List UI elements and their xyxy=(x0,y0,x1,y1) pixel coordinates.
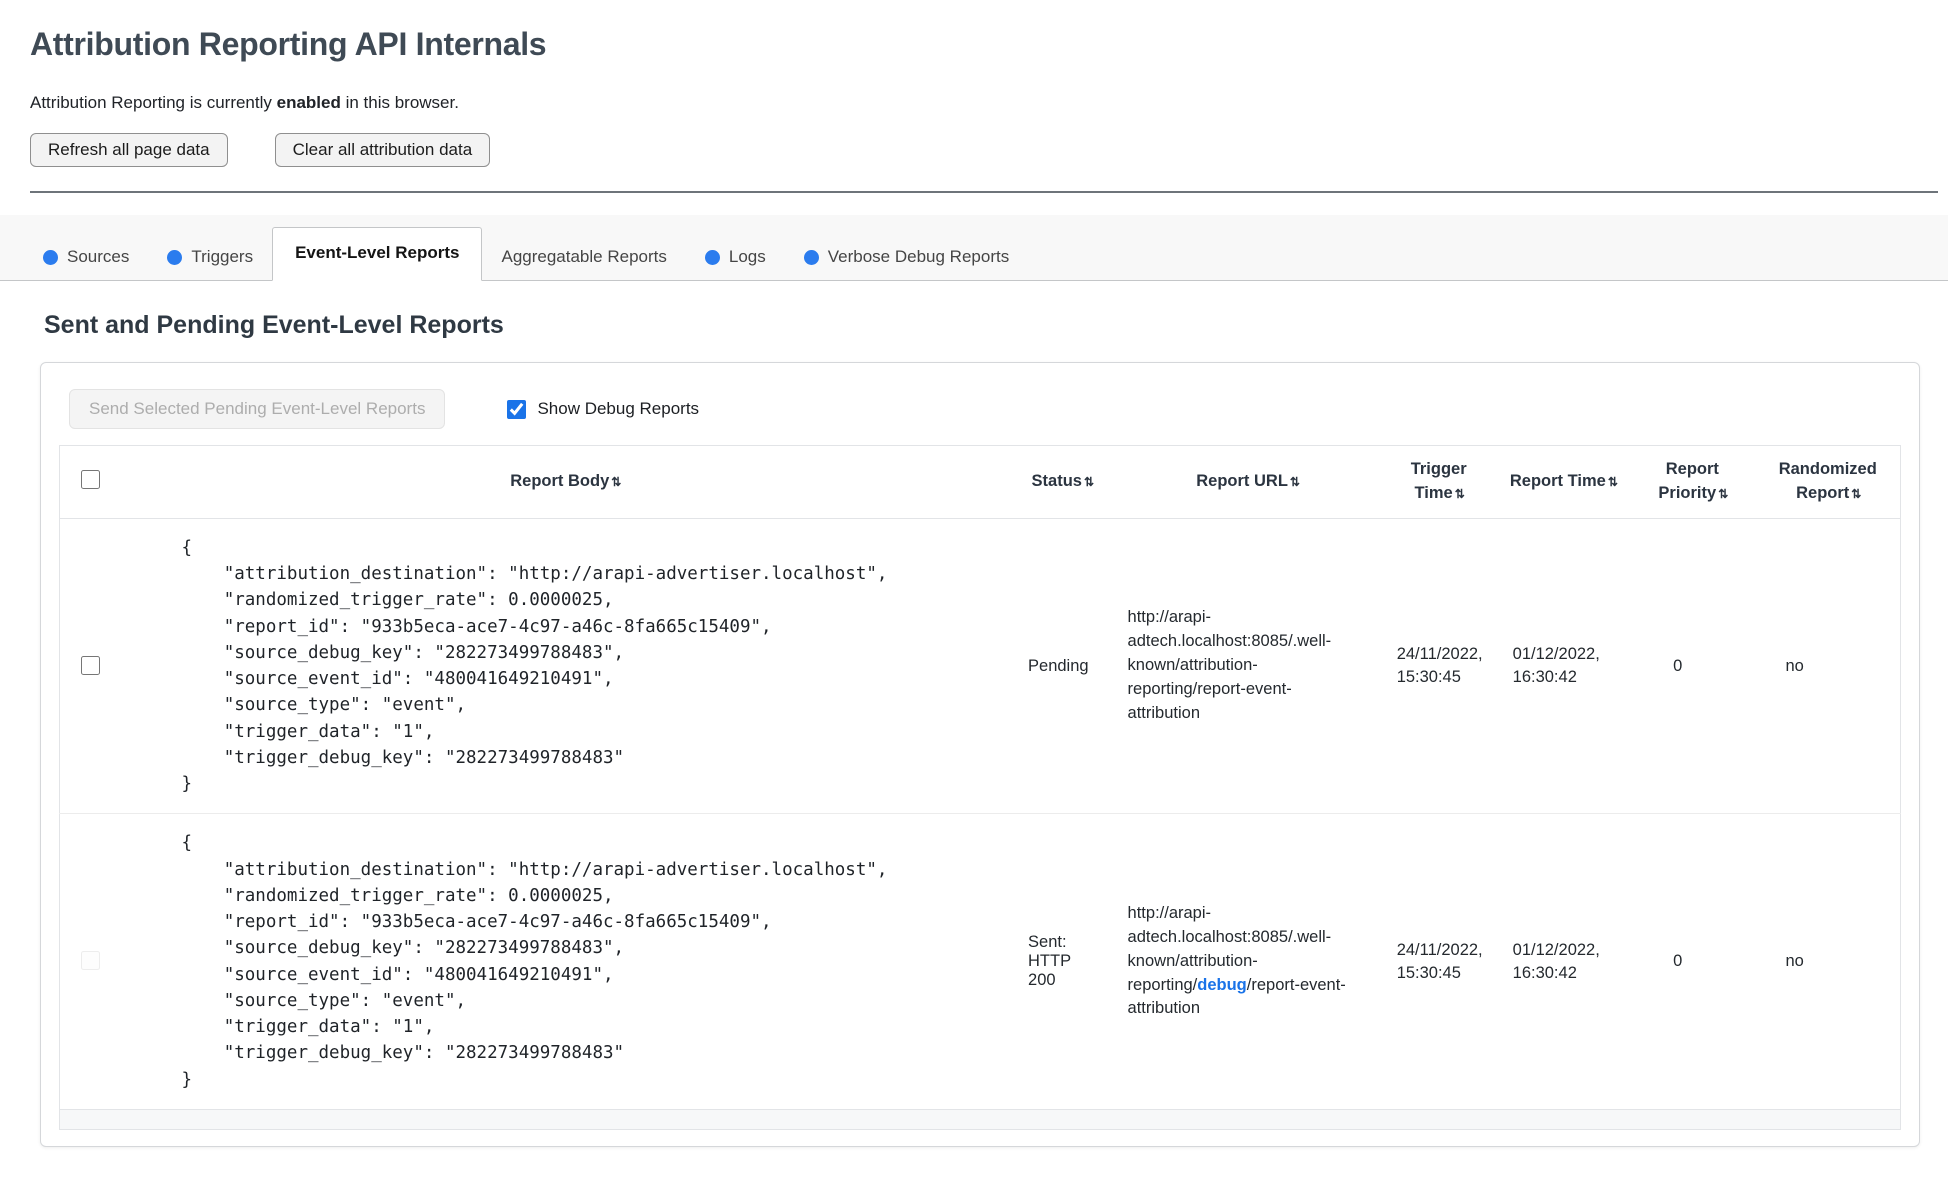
top-button-row: Refresh all page data Clear all attribut… xyxy=(30,133,1938,167)
col-header-report-priority[interactable]: Report Priority ⇅ xyxy=(1629,445,1756,519)
sort-icon: ⇅ xyxy=(1289,474,1300,489)
tab-logs[interactable]: Logs xyxy=(686,234,785,280)
table-controls: Send Selected Pending Event-Level Report… xyxy=(69,389,1901,429)
row-select-cell xyxy=(59,813,120,1110)
report-time-cell: 01/12/2022, 16:30:42 xyxy=(1512,645,1600,687)
tab-label: Aggregatable Reports xyxy=(501,247,667,266)
report-url-cell: http://arapi-adtech.localhost:8085/.well… xyxy=(1127,608,1332,722)
tab-bar: Sources Triggers Event-Level Reports Agg… xyxy=(0,215,1948,281)
reports-table: Report Body ⇅ Status ⇅ Report URL ⇅ Trigger… xyxy=(59,445,1901,1130)
col-header-report-body[interactable]: Report Body ⇅ xyxy=(119,445,1011,519)
tab-sources[interactable]: Sources xyxy=(24,234,148,280)
header-divider xyxy=(30,191,1938,193)
page-header: Attribution Reporting API Internals Attr… xyxy=(0,0,1948,193)
col-header-trigger-time[interactable]: Trigger Time ⇅ xyxy=(1380,445,1497,519)
report-body-json: { "attribution_destination": "http://ara… xyxy=(181,833,888,1090)
refresh-all-button[interactable]: Refresh all page data xyxy=(30,133,228,167)
col-label: Randomized Report xyxy=(1778,460,1877,502)
sort-icon: ⇅ xyxy=(1851,486,1861,501)
tab-label: Sources xyxy=(67,247,130,266)
col-label: Report Time xyxy=(1509,471,1606,490)
row-select-checkbox xyxy=(80,951,100,971)
sort-icon: ⇅ xyxy=(1083,474,1094,489)
randomized-report-cell: no xyxy=(1755,813,1901,1110)
table-header-row: Report Body ⇅ Status ⇅ Report URL ⇅ Trigger… xyxy=(59,445,1901,519)
col-label: Status xyxy=(1031,471,1082,490)
table-footer xyxy=(59,1108,1901,1130)
status-text-suffix: in this browser. xyxy=(340,93,459,112)
report-body-cell: { "attribution_destination": "http://ara… xyxy=(120,518,1010,814)
report-priority-cell: 0 xyxy=(1673,656,1683,675)
col-header-report-url[interactable]: Report URL ⇅ xyxy=(1113,445,1381,519)
table-row: { "attribution_destination": "http://ara… xyxy=(59,813,1901,1110)
report-body-json: { "attribution_destination": "http://ara… xyxy=(181,537,888,795)
show-debug-label: Show Debug Reports xyxy=(537,399,700,418)
trigger-time-cell: 24/11/2022, 15:30:45 xyxy=(1396,645,1483,687)
tab-label: Triggers xyxy=(191,247,254,266)
section-title: Sent and Pending Event-Level Reports xyxy=(44,311,504,339)
col-header-status[interactable]: Status ⇅ xyxy=(1010,445,1114,519)
status-cell: Sent: HTTP 200 xyxy=(1010,813,1114,1110)
reports-panel: Send Selected Pending Event-Level Report… xyxy=(40,362,1920,1147)
show-debug-toggle[interactable]: Show Debug Reports xyxy=(503,397,699,422)
table-row: { "attribution_destination": "http://ara… xyxy=(60,518,1901,814)
row-select-cell xyxy=(60,518,120,814)
table-footer-row xyxy=(59,1108,1901,1130)
report-url-cell: http://arapi-adtech.localhost:8085/.well… xyxy=(1113,813,1381,1110)
logs-notification-dot-icon xyxy=(704,249,720,265)
attribution-internals-page: Attribution Reporting API Internals Attr… xyxy=(0,0,1948,1178)
status-text-prefix: Attribution Reporting is currently xyxy=(30,93,277,112)
triggers-notification-dot-icon xyxy=(167,249,183,265)
tab-verbose-debug-reports[interactable]: Verbose Debug Reports xyxy=(785,234,1028,280)
trigger-time-cell: 24/11/2022, 15:30:45 xyxy=(1380,813,1497,1110)
status-enabled-text: enabled xyxy=(276,93,341,112)
tab-label: Event-Level Reports xyxy=(295,243,460,262)
randomized-report-cell: no xyxy=(1785,656,1804,675)
sort-icon: ⇅ xyxy=(1454,486,1465,501)
report-priority-cell: 0 xyxy=(1629,813,1756,1110)
col-label: Report Priority xyxy=(1658,460,1719,502)
sort-icon: ⇅ xyxy=(611,474,621,489)
tab-event-level-reports[interactable]: Event-Level Reports xyxy=(272,227,483,281)
col-header-report-time[interactable]: Report Time ⇅ xyxy=(1496,445,1630,519)
api-status-text: Attribution Reporting is currently enabl… xyxy=(30,93,1938,113)
show-debug-checkbox[interactable] xyxy=(507,399,527,419)
select-all-checkbox[interactable] xyxy=(80,469,100,489)
report-time-cell: 01/12/2022, 16:30:42 xyxy=(1496,813,1630,1110)
verbose-debug-notification-dot-icon xyxy=(803,249,819,265)
debug-link[interactable]: debug xyxy=(1197,976,1247,994)
report-body-cell: { "attribution_destination": "http://ara… xyxy=(119,813,1011,1110)
status-cell: Pending xyxy=(1028,656,1089,675)
tab-label: Verbose Debug Reports xyxy=(827,247,1010,266)
tab-label: Logs xyxy=(728,247,766,266)
send-selected-button[interactable]: Send Selected Pending Event-Level Report… xyxy=(69,389,446,429)
col-label: Report URL xyxy=(1196,471,1288,490)
select-all-header xyxy=(59,445,120,519)
col-label: Report Body xyxy=(510,471,610,490)
col-header-randomized-report[interactable]: Randomized Report ⇅ xyxy=(1755,445,1901,519)
page-title: Attribution Reporting API Internals xyxy=(30,26,547,62)
tab-aggregatable-reports[interactable]: Aggregatable Reports xyxy=(482,234,685,280)
sources-notification-dot-icon xyxy=(43,249,58,265)
tab-triggers[interactable]: Triggers xyxy=(148,234,272,280)
clear-all-button[interactable]: Clear all attribution data xyxy=(274,133,491,167)
sort-icon: ⇅ xyxy=(1718,486,1728,501)
row-select-checkbox[interactable] xyxy=(80,655,100,675)
sort-icon: ⇅ xyxy=(1607,474,1618,489)
